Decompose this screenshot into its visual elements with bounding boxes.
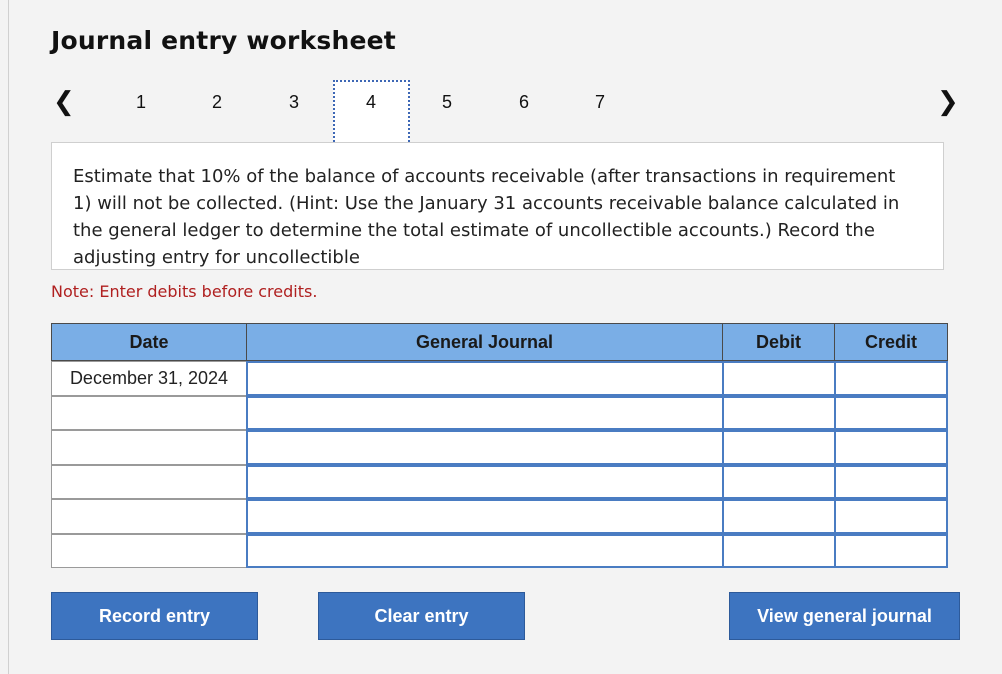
step-6[interactable]: 6 [514, 90, 534, 114]
chevron-left-icon[interactable]: ❮ [53, 89, 75, 115]
view-general-journal-button[interactable]: View general journal [729, 592, 960, 640]
date-cell [51, 499, 247, 534]
header-credit: Credit [834, 323, 948, 361]
account-input[interactable] [246, 361, 724, 396]
account-input[interactable] [246, 499, 724, 534]
account-input[interactable] [246, 396, 724, 430]
account-input[interactable] [246, 465, 724, 499]
account-input[interactable] [246, 430, 724, 465]
credit-input[interactable] [834, 465, 948, 499]
header-general-journal: General Journal [246, 323, 723, 361]
debit-input[interactable] [722, 465, 836, 499]
step-7[interactable]: 7 [590, 90, 610, 114]
step-1[interactable]: 1 [131, 90, 151, 114]
date-cell [51, 465, 247, 499]
chevron-right-icon[interactable]: ❯ [937, 89, 959, 115]
step-4-active[interactable]: 4 [361, 90, 381, 114]
step-2[interactable]: 2 [207, 90, 227, 114]
step-5[interactable]: 5 [437, 90, 457, 114]
instruction-text: Estimate that 10% of the balance of acco… [73, 166, 900, 268]
date-cell [51, 534, 247, 568]
credit-input[interactable] [834, 396, 948, 430]
note-text: Note: Enter debits before credits. [51, 282, 318, 301]
step-navigation: ❮ 1 2 3 4 5 6 7 ❯ [0, 80, 1002, 150]
header-debit: Debit [722, 323, 835, 361]
instruction-panel: Estimate that 10% of the balance of acco… [51, 142, 944, 270]
credit-input[interactable] [834, 534, 948, 568]
debit-input[interactable] [722, 396, 836, 430]
credit-input[interactable] [834, 499, 948, 534]
header-date: Date [51, 323, 247, 361]
date-cell [51, 396, 247, 430]
page-title: Journal entry worksheet [51, 26, 396, 55]
step-3[interactable]: 3 [284, 90, 304, 114]
date-cell: December 31, 2024 [51, 361, 247, 396]
debit-input[interactable] [722, 534, 836, 568]
debit-input[interactable] [722, 430, 836, 465]
account-input[interactable] [246, 534, 724, 568]
record-entry-button[interactable]: Record entry [51, 592, 258, 640]
credit-input[interactable] [834, 361, 948, 396]
date-cell [51, 430, 247, 465]
credit-input[interactable] [834, 430, 948, 465]
debit-input[interactable] [722, 499, 836, 534]
clear-entry-button[interactable]: Clear entry [318, 592, 525, 640]
debit-input[interactable] [722, 361, 836, 396]
